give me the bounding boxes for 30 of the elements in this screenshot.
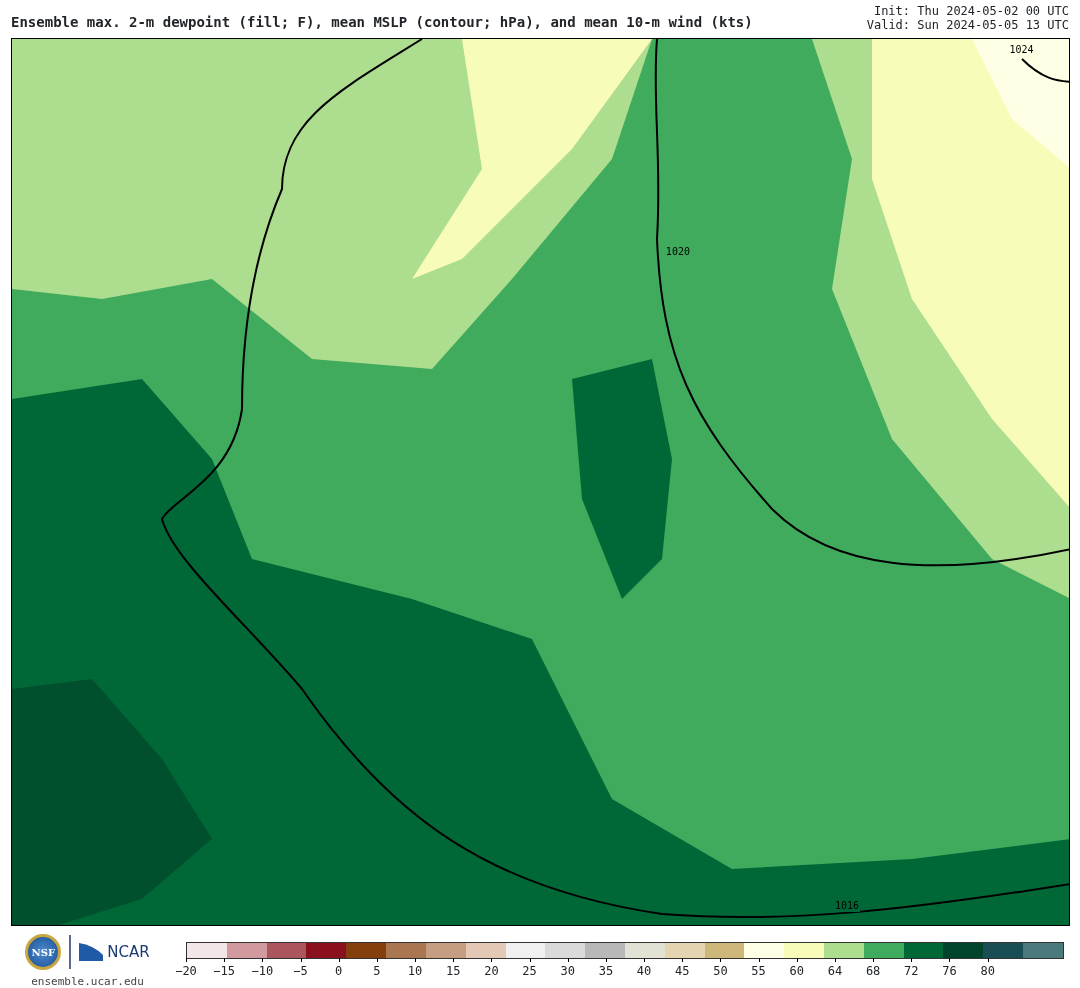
ncar-logo: NCAR: [107, 941, 150, 963]
tick-label: 30: [560, 963, 575, 980]
tick-label: 76: [942, 963, 957, 980]
tick-label: −10: [251, 963, 274, 980]
tick-label: −15: [213, 963, 235, 980]
tick-label: 10: [407, 963, 423, 980]
tick-label: −5: [293, 963, 308, 980]
tick-label: 40: [636, 963, 652, 980]
tick-label: 25: [522, 963, 537, 980]
tick-label: 50: [713, 963, 728, 980]
valid-time: Valid: Sun 2024-05-05 13 UTC: [866, 18, 1069, 32]
tick-label: 5: [373, 963, 381, 980]
tick-label: 64: [827, 963, 843, 980]
tick-label: 15: [446, 963, 461, 980]
init-time: Init: Thu 2024-05-02 00 UTC: [872, 4, 1069, 18]
logo-divider-icon: [69, 935, 72, 969]
tick-label: 68: [865, 963, 881, 980]
website-url: ensemble.ucar.edu: [31, 974, 144, 988]
tick-label: 72: [904, 963, 919, 980]
tick-label: 0: [335, 963, 343, 980]
nsf-logo: NSF: [25, 934, 62, 970]
tick-label: 80: [980, 963, 995, 980]
ncar-logo-icon: [79, 943, 104, 961]
tick-label: 60: [789, 963, 804, 980]
chart-title: Ensemble max. 2-m dewpoint (fill; F), mean MSLP (contour; hPa), and mean 10-m wind (kts): [11, 13, 753, 32]
tick-label: 45: [675, 963, 690, 980]
tick-label: −20: [175, 963, 197, 980]
tick-label: 35: [598, 963, 614, 980]
tick-label: 55: [751, 963, 766, 980]
tick-label: 20: [484, 963, 499, 980]
